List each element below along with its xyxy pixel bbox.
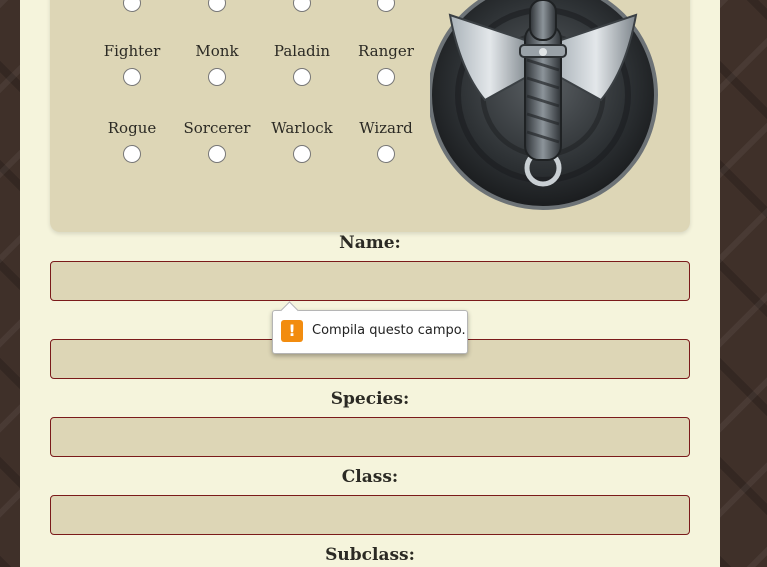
background-right	[720, 0, 767, 567]
species-label: Species:	[330, 389, 410, 409]
class-radio-ranger[interactable]	[377, 68, 395, 86]
name-input[interactable]	[50, 261, 690, 301]
radio-cell-wizard: Wizard	[344, 117, 428, 163]
warning-icon: !	[281, 320, 303, 342]
radio-cell-monk: Monk	[175, 40, 259, 86]
class-radio-monk[interactable]	[208, 68, 226, 86]
class-label: Class:	[341, 467, 399, 487]
class-label-warlock: Warlock	[271, 119, 333, 137]
validation-message: Compila questo campo.	[312, 323, 466, 338]
name-label: Name:	[339, 233, 401, 253]
class-radio-paladin[interactable]	[293, 68, 311, 86]
validation-tooltip: ! Compila questo campo.	[272, 301, 468, 354]
class-label-wizard: Wizard	[359, 119, 413, 137]
radio-cell-top-2	[175, 0, 259, 12]
class-radio-wizard[interactable]	[377, 145, 395, 163]
class-label-ranger: Ranger	[358, 42, 414, 60]
class-radio-top-3[interactable]	[293, 0, 311, 12]
class-radio-fighter[interactable]	[123, 68, 141, 86]
radio-cell-fighter: Fighter	[90, 40, 174, 86]
radio-cell-warlock: Warlock	[260, 117, 344, 163]
radio-cell-ranger: Ranger	[344, 40, 428, 86]
class-radio-top-4[interactable]	[377, 0, 395, 12]
class-label-fighter: Fighter	[103, 42, 161, 60]
dagger-emblem-icon	[428, 0, 660, 214]
class-radio-rogue[interactable]	[123, 145, 141, 163]
class-input[interactable]	[50, 495, 690, 535]
class-label-monk: Monk	[195, 42, 239, 60]
character-form-page: Fighter Monk Paladin Ranger Rogue Sorcer…	[20, 0, 720, 567]
class-radio-top-2[interactable]	[208, 0, 226, 12]
background-left	[0, 0, 20, 567]
radio-cell-top-1	[90, 0, 174, 12]
class-radio-top-1[interactable]	[123, 0, 141, 12]
class-label-rogue: Rogue	[107, 119, 157, 137]
class-label-sorcerer: Sorcerer	[183, 119, 251, 137]
class-radio-sorcerer[interactable]	[208, 145, 226, 163]
species-input[interactable]	[50, 417, 690, 457]
class-label-paladin: Paladin	[273, 42, 331, 60]
radio-cell-top-3	[260, 0, 344, 12]
radio-cell-top-4	[344, 0, 428, 12]
radio-cell-paladin: Paladin	[260, 40, 344, 86]
tooltip-arrow	[280, 301, 299, 320]
class-radio-warlock[interactable]	[293, 145, 311, 163]
radio-cell-sorcerer: Sorcerer	[175, 117, 259, 163]
subclass-label: Subclass:	[325, 545, 415, 565]
radio-cell-rogue: Rogue	[90, 117, 174, 163]
